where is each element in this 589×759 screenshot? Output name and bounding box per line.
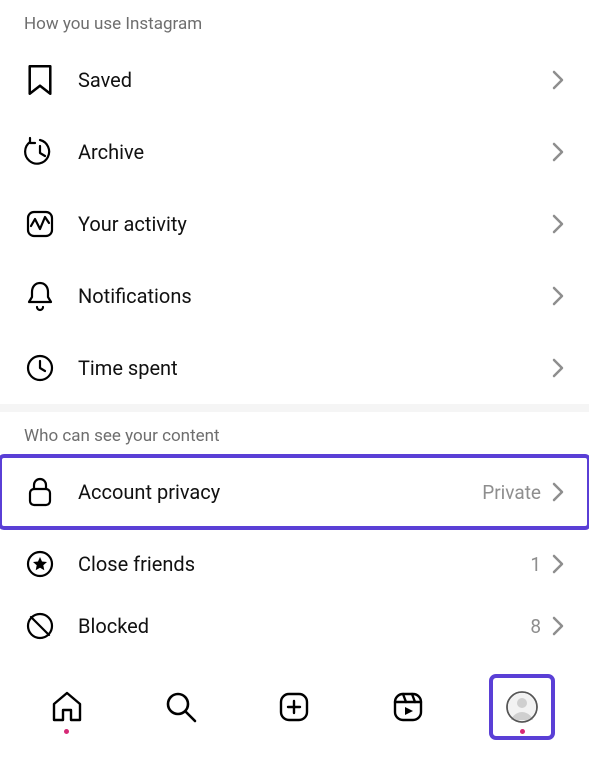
chevron-right-icon: [551, 140, 565, 164]
row-label: Notifications: [78, 284, 551, 308]
bell-icon: [24, 280, 56, 312]
search-icon: [164, 690, 198, 724]
visibility-list: Account privacy Private Close friends 1 …: [0, 456, 589, 642]
row-label: Time spent: [78, 356, 551, 380]
row-archive[interactable]: Archive: [0, 116, 589, 188]
activity-icon: [24, 208, 56, 240]
row-value: Private: [482, 481, 541, 504]
profile-avatar-icon: [505, 690, 539, 724]
section-header-visibility: Who can see your content: [0, 412, 589, 456]
row-account-privacy[interactable]: Account privacy Private: [0, 456, 589, 528]
section-header-usage: How you use Instagram: [0, 0, 589, 44]
chevron-right-icon: [551, 68, 565, 92]
row-blocked[interactable]: Blocked 8: [0, 600, 589, 642]
row-time-spent[interactable]: Time spent: [0, 332, 589, 404]
plus-square-icon: [278, 691, 310, 723]
nav-search[interactable]: [151, 677, 211, 737]
blocked-icon: [24, 610, 56, 642]
usage-list: Saved Archive Your activity: [0, 44, 589, 404]
home-icon: [50, 690, 84, 724]
notification-dot: [520, 729, 525, 734]
row-value: 1: [530, 553, 541, 576]
row-your-activity[interactable]: Your activity: [0, 188, 589, 260]
clock-icon: [24, 352, 56, 384]
row-close-friends[interactable]: Close friends 1: [0, 528, 589, 600]
chevron-right-icon: [551, 356, 565, 380]
row-label: Saved: [78, 68, 551, 92]
notification-dot: [64, 729, 69, 734]
nav-home[interactable]: [37, 677, 97, 737]
row-notifications[interactable]: Notifications: [0, 260, 589, 332]
nav-create[interactable]: [264, 677, 324, 737]
archive-icon: [24, 136, 56, 168]
chevron-right-icon: [551, 284, 565, 308]
row-label: Close friends: [78, 552, 530, 576]
star-circle-icon: [24, 548, 56, 580]
lock-icon: [24, 476, 56, 508]
chevron-right-icon: [551, 212, 565, 236]
nav-reels[interactable]: [378, 677, 438, 737]
nav-profile[interactable]: [492, 677, 552, 737]
bottom-nav: [0, 671, 589, 759]
row-label: Account privacy: [78, 480, 482, 504]
reels-icon: [392, 691, 424, 723]
chevron-right-icon: [551, 552, 565, 576]
section-divider: [0, 404, 589, 412]
row-label: Your activity: [78, 212, 551, 236]
row-saved[interactable]: Saved: [0, 44, 589, 116]
row-label: Archive: [78, 140, 551, 164]
chevron-right-icon: [551, 614, 565, 638]
chevron-right-icon: [551, 480, 565, 504]
row-label: Blocked: [78, 614, 530, 638]
bookmark-icon: [24, 64, 56, 96]
row-value: 8: [530, 615, 541, 638]
